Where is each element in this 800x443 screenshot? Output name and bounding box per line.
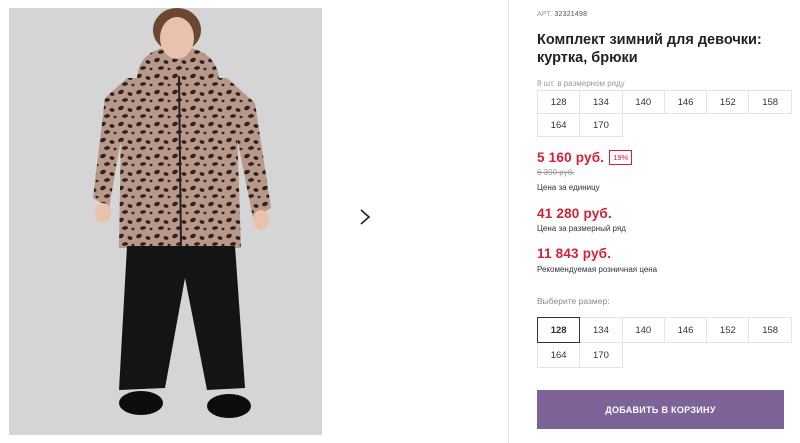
sku-value: 32321498 bbox=[554, 11, 588, 18]
sku: АРТ. 32321498 bbox=[537, 11, 587, 18]
product-info-panel: АРТ. 32321498 Комплект зимний для девочк… bbox=[537, 0, 792, 443]
pack-size-cell: 170 bbox=[579, 113, 623, 137]
size-option[interactable]: 158 bbox=[748, 317, 792, 343]
next-image-button[interactable] bbox=[346, 198, 384, 236]
size-option[interactable]: 128 bbox=[537, 317, 581, 343]
unit-price: 5 160 руб. bbox=[537, 150, 605, 165]
product-title: Комплект зимний для девочки: куртка, брю… bbox=[537, 32, 762, 66]
size-option[interactable]: 164 bbox=[537, 342, 581, 368]
pack-size-cell: 158 bbox=[748, 90, 792, 114]
pack-size-cell: 146 bbox=[663, 90, 708, 114]
retail-price-caption: Рекомендуемая розничная цена bbox=[537, 265, 658, 274]
old-price: 6 390 руб. bbox=[537, 168, 575, 177]
size-option[interactable]: 146 bbox=[663, 317, 708, 343]
add-to-cart-button[interactable]: ДОБАВИТЬ В КОРЗИНУ bbox=[537, 390, 784, 429]
pack-label: 8 шт. в размерном ряду bbox=[537, 79, 625, 88]
unit-price-row: 5 160 руб. 19% bbox=[537, 150, 633, 165]
choose-size-label: Выберите размер: bbox=[537, 296, 610, 306]
product-photo[interactable] bbox=[9, 8, 322, 435]
row-price-caption: Цена за размерный ряд bbox=[537, 224, 626, 233]
chevron-right-icon bbox=[360, 209, 371, 225]
unit-price-caption: Цена за единицу bbox=[537, 183, 600, 192]
pack-size-cell: 152 bbox=[706, 90, 750, 114]
pack-size-cell: 134 bbox=[579, 90, 623, 114]
retail-price: 11 843 руб. bbox=[537, 246, 612, 261]
row-price: 41 280 руб. bbox=[537, 206, 612, 221]
pack-size-cell: 128 bbox=[537, 90, 581, 114]
panel-divider bbox=[508, 0, 509, 443]
pack-size-grid: 128 134 140 146 152 158 164 170 bbox=[537, 90, 792, 137]
size-option[interactable]: 140 bbox=[621, 317, 665, 343]
pack-size-cell: 140 bbox=[621, 90, 665, 114]
pack-size-cell: 164 bbox=[537, 113, 581, 137]
product-gallery bbox=[0, 0, 508, 443]
size-selector: 128 134 140 146 152 158 164 170 bbox=[537, 317, 792, 368]
discount-badge: 19% bbox=[609, 150, 633, 165]
size-option[interactable]: 170 bbox=[579, 342, 623, 368]
size-option[interactable]: 134 bbox=[579, 317, 623, 343]
sku-label: АРТ. bbox=[537, 11, 553, 18]
size-option[interactable]: 152 bbox=[706, 317, 750, 343]
